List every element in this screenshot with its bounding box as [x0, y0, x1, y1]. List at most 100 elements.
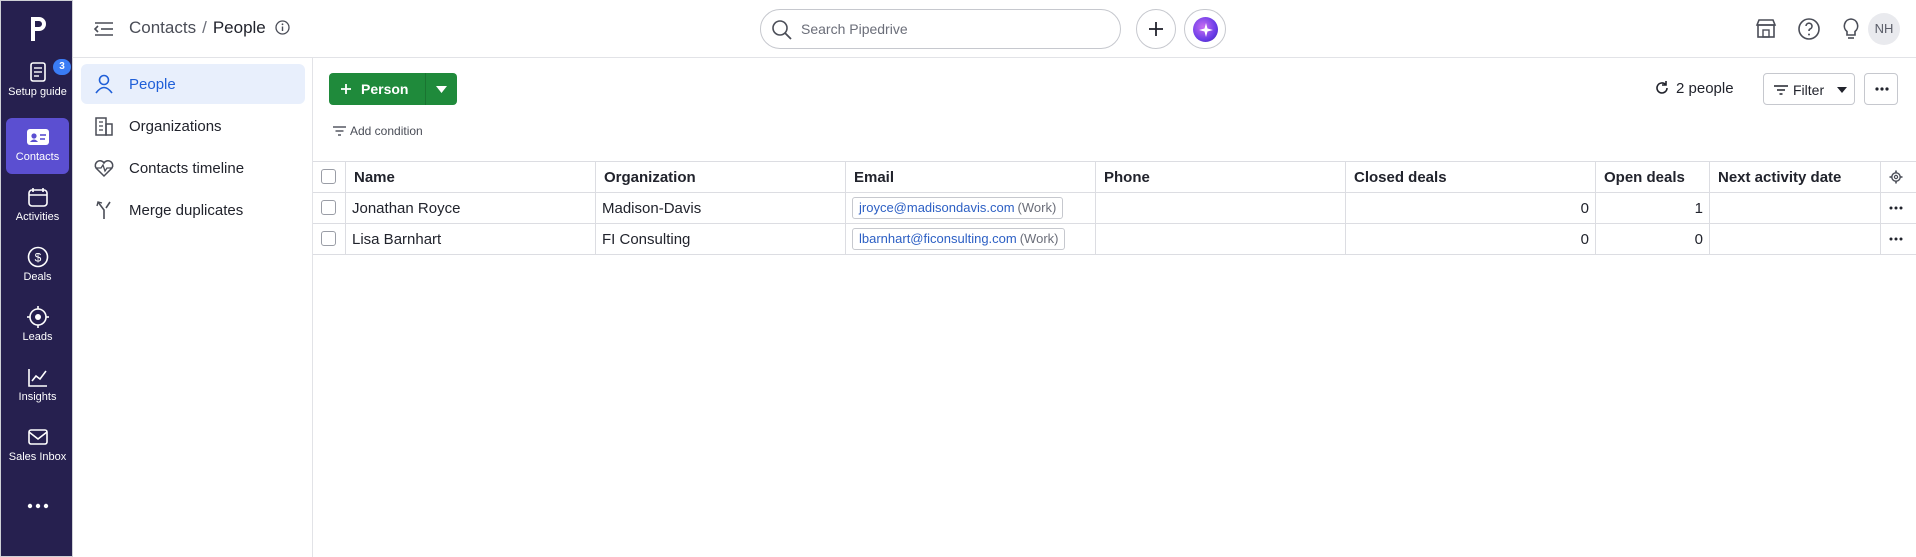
cell-closed-deals[interactable]: 0 — [1346, 193, 1596, 223]
email-chip[interactable]: jroyce@madisondavis.com (Work) — [852, 197, 1064, 219]
row-more-icon[interactable] — [1889, 206, 1903, 210]
filter-lines-icon — [333, 126, 346, 136]
cell-name[interactable]: Jonathan Royce — [346, 193, 596, 223]
rail-label: Sales Inbox — [8, 451, 67, 463]
column-label: Next activity date — [1718, 169, 1842, 186]
cell-open-deals[interactable]: 1 — [1596, 193, 1710, 223]
organization-name: FI Consulting — [602, 231, 691, 248]
row-select-cell — [313, 193, 346, 223]
cell-name[interactable]: Lisa Barnhart — [346, 224, 596, 254]
table-row[interactable]: Lisa Barnhart FI Consulting lbarnhart@fi… — [313, 224, 1916, 255]
rail-leads[interactable]: Leads — [6, 298, 69, 354]
closed-deals-value: 0 — [1580, 231, 1589, 248]
cell-open-deals[interactable]: 0 — [1596, 224, 1710, 254]
rail-label: Deals — [23, 271, 52, 283]
sidenav-item-contacts-timeline[interactable]: Contacts timeline — [81, 148, 305, 188]
sidenav-label: Organizations — [129, 118, 222, 135]
column-label: Email — [854, 169, 895, 186]
column-header-open-deals[interactable]: Open deals — [1596, 162, 1710, 192]
cell-next-activity[interactable] — [1710, 224, 1881, 254]
lightbulb-icon[interactable] — [1838, 16, 1864, 42]
open-deals-value: 1 — [1694, 200, 1703, 217]
more-icon[interactable] — [23, 499, 53, 513]
rail-deals[interactable]: $ Deals — [6, 238, 69, 294]
column-label: Name — [354, 169, 395, 186]
column-label: Closed deals — [1354, 169, 1447, 186]
quick-add-button[interactable] — [1136, 9, 1176, 49]
cell-email[interactable]: jroyce@madisondavis.com (Work) — [846, 193, 1096, 223]
user-avatar[interactable]: NH — [1868, 13, 1900, 45]
rail-sales-inbox[interactable]: Sales Inbox — [6, 418, 69, 474]
column-label: Open deals — [1604, 169, 1685, 186]
more-actions-button[interactable] — [1864, 73, 1898, 105]
column-label: Organization — [604, 169, 696, 186]
email-chip[interactable]: lbarnhart@ficonsulting.com (Work) — [852, 228, 1066, 250]
more-icon — [1875, 87, 1889, 91]
select-all-checkbox[interactable] — [321, 169, 336, 184]
add-condition-link[interactable]: Add condition — [333, 124, 423, 138]
cell-organization[interactable]: FI Consulting — [596, 224, 846, 254]
cell-phone[interactable] — [1096, 224, 1346, 254]
rail-contacts[interactable]: Contacts — [6, 118, 69, 174]
info-icon[interactable] — [274, 20, 290, 35]
ai-assistant-button[interactable] — [1184, 9, 1226, 49]
breadcrumb-separator: / — [202, 18, 207, 37]
sidenav-label: Merge duplicates — [129, 202, 244, 219]
column-header-email[interactable]: Email — [846, 162, 1096, 192]
mail-icon — [27, 429, 48, 445]
email-type: (Work) — [1017, 200, 1057, 215]
collapse-menu-icon[interactable] — [93, 18, 115, 40]
merge-icon — [96, 201, 111, 219]
pipedrive-logo[interactable] — [23, 13, 53, 45]
marketplace-icon[interactable] — [1753, 16, 1779, 42]
rail-label: Insights — [18, 391, 57, 403]
search-input[interactable] — [801, 19, 1101, 39]
help-icon[interactable] — [1796, 16, 1822, 42]
email-address[interactable]: jroyce@madisondavis.com — [859, 200, 1015, 215]
filter-button[interactable]: Filter — [1763, 73, 1855, 105]
closed-deals-value: 0 — [1580, 200, 1589, 217]
rail-activities[interactable]: Activities — [6, 178, 69, 234]
column-settings-cell — [1881, 162, 1916, 192]
app-rail: Setup guide 3 Contacts Activities $ Deal… — [0, 0, 73, 557]
people-table: Name Organization Email Phone Closed dea… — [313, 161, 1916, 255]
email-type: (Work) — [1019, 231, 1059, 246]
cell-organization[interactable]: Madison-Davis — [596, 193, 846, 223]
cell-phone[interactable] — [1096, 193, 1346, 223]
rail-label: Setup guide — [8, 86, 67, 98]
row-more-icon[interactable] — [1889, 237, 1903, 241]
rail-label: Leads — [22, 331, 53, 343]
breadcrumb-contacts[interactable]: Contacts — [129, 18, 196, 37]
email-address[interactable]: lbarnhart@ficonsulting.com — [859, 231, 1017, 246]
cell-closed-deals[interactable]: 0 — [1346, 224, 1596, 254]
column-header-closed-deals[interactable]: Closed deals — [1346, 162, 1596, 192]
people-count-text: 2 people — [1676, 80, 1734, 97]
page-title: People — [212, 18, 266, 37]
add-person-button[interactable]: Person — [329, 73, 425, 105]
row-checkbox[interactable] — [321, 200, 336, 215]
rail-insights[interactable]: Insights — [6, 358, 69, 414]
select-all-cell — [313, 162, 346, 192]
cell-email[interactable]: lbarnhart@ficonsulting.com (Work) — [846, 224, 1096, 254]
sidenav-item-merge-duplicates[interactable]: Merge duplicates — [81, 190, 305, 230]
add-person-dropdown[interactable] — [425, 73, 457, 105]
calendar-icon — [27, 188, 48, 207]
global-search[interactable] — [760, 9, 1121, 49]
column-header-phone[interactable]: Phone — [1096, 162, 1346, 192]
cell-next-activity[interactable] — [1710, 193, 1881, 223]
column-header-next-activity[interactable]: Next activity date — [1710, 162, 1881, 192]
building-icon — [95, 117, 113, 136]
column-label: Phone — [1104, 169, 1150, 186]
column-header-name[interactable]: Name — [346, 162, 596, 192]
sidenav-item-people[interactable]: People — [81, 64, 305, 104]
sidenav-item-organizations[interactable]: Organizations — [81, 106, 305, 146]
person-name: Lisa Barnhart — [352, 231, 442, 248]
gear-icon[interactable] — [1889, 170, 1903, 184]
plus-icon — [341, 84, 351, 94]
refresh-icon[interactable] — [1654, 80, 1670, 96]
column-header-organization[interactable]: Organization — [596, 162, 846, 192]
table-row[interactable]: Jonathan Royce Madison-Davis jroyce@madi… — [313, 193, 1916, 224]
search-icon — [772, 20, 792, 40]
row-checkbox[interactable] — [321, 231, 336, 246]
caret-down-icon — [1837, 87, 1847, 93]
